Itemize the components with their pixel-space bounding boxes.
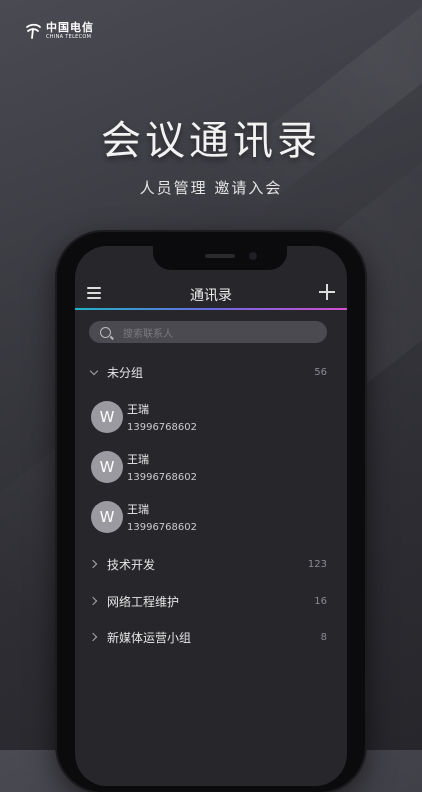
chevron-down-icon xyxy=(89,367,99,377)
search-icon xyxy=(100,326,111,338)
contact-name: 王瑞 xyxy=(127,453,149,466)
group-count: 8 xyxy=(320,631,327,643)
group-name: 未分组 xyxy=(107,365,144,380)
group-name: 网络工程维护 xyxy=(107,594,180,609)
speaker-icon xyxy=(205,254,235,258)
brand-name-en: CHINA TELECOM xyxy=(46,34,92,40)
contact-item[interactable]: W 王瑞 13996768602 xyxy=(75,447,347,487)
nav-accent-line xyxy=(75,308,347,310)
nav-bar: 通讯录 xyxy=(75,280,347,308)
contact-phone: 13996768602 xyxy=(127,522,197,533)
camera-icon xyxy=(249,252,257,260)
avatar: W xyxy=(91,401,123,433)
avatar: W xyxy=(91,501,123,533)
contact-name: 王瑞 xyxy=(127,503,149,516)
brand-name-cn: 中国电信 xyxy=(46,21,94,34)
chevron-right-icon xyxy=(89,596,99,606)
contact-phone: 13996768602 xyxy=(127,422,197,433)
group-row[interactable]: 未分组 56 xyxy=(75,360,347,384)
group-row[interactable]: 新媒体运营小组 8 xyxy=(75,625,347,649)
group-count: 123 xyxy=(307,558,327,570)
chevron-right-icon xyxy=(89,632,99,642)
chevron-right-icon xyxy=(89,559,99,569)
nav-title: 通讯录 xyxy=(190,288,232,304)
hero-subtitle: 人员管理 邀请入会 xyxy=(139,179,283,197)
contact-item[interactable]: W 王瑞 13996768602 xyxy=(75,497,347,537)
china-telecom-logo-icon xyxy=(26,23,41,39)
contact-name: 王瑞 xyxy=(127,403,149,416)
phone-mockup: 通讯录 搜索联系人 未分组 56 W 王瑞 13996768602 W 王瑞 1… xyxy=(57,232,365,792)
group-row[interactable]: 网络工程维护 16 xyxy=(75,589,347,613)
group-row[interactable]: 技术开发 123 xyxy=(75,552,347,576)
add-contact-icon[interactable] xyxy=(319,284,335,300)
avatar: W xyxy=(91,451,123,483)
phone-screen: 通讯录 搜索联系人 未分组 56 W 王瑞 13996768602 W 王瑞 1… xyxy=(75,246,347,786)
group-name: 技术开发 xyxy=(107,557,156,572)
hero-title: 会议通讯录 xyxy=(101,118,321,164)
group-count: 16 xyxy=(314,595,327,607)
group-name: 新媒体运营小组 xyxy=(107,630,192,645)
search-placeholder: 搜索联系人 xyxy=(123,328,173,340)
contact-item[interactable]: W 王瑞 13996768602 xyxy=(75,397,347,437)
phone-notch xyxy=(153,246,287,270)
contact-phone: 13996768602 xyxy=(127,472,197,483)
group-count: 56 xyxy=(314,366,327,378)
brand-logo: 中国电信 CHINA TELECOM xyxy=(24,22,94,40)
search-input[interactable]: 搜索联系人 xyxy=(89,321,327,343)
